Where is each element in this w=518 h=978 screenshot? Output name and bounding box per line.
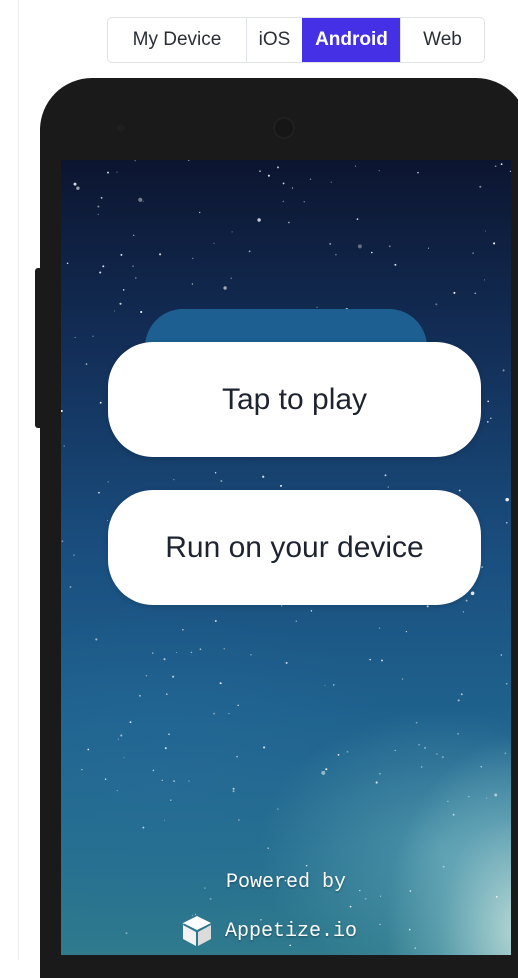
camera-icon <box>273 117 295 139</box>
powered-by-label: Powered by <box>225 871 347 894</box>
brand-name: Appetize.io <box>225 919 358 943</box>
tab-ios[interactable]: iOS <box>246 18 302 62</box>
tab-web[interactable]: Web <box>400 18 484 62</box>
page-divider <box>18 0 19 960</box>
run-on-device-button[interactable]: Run on your device <box>108 490 481 605</box>
sensor-icon <box>117 124 125 132</box>
appetize-brand[interactable]: Appetize.io <box>179 913 357 949</box>
platform-tabs: My Device iOS Android Web <box>107 17 485 63</box>
cube-icon <box>183 916 211 946</box>
tab-android[interactable]: Android <box>302 18 400 62</box>
tab-my-device[interactable]: My Device <box>108 18 246 62</box>
device-screen[interactable]: Tap to play Run on your device Powered b… <box>61 160 511 955</box>
tap-to-play-button[interactable]: Tap to play <box>108 342 481 457</box>
